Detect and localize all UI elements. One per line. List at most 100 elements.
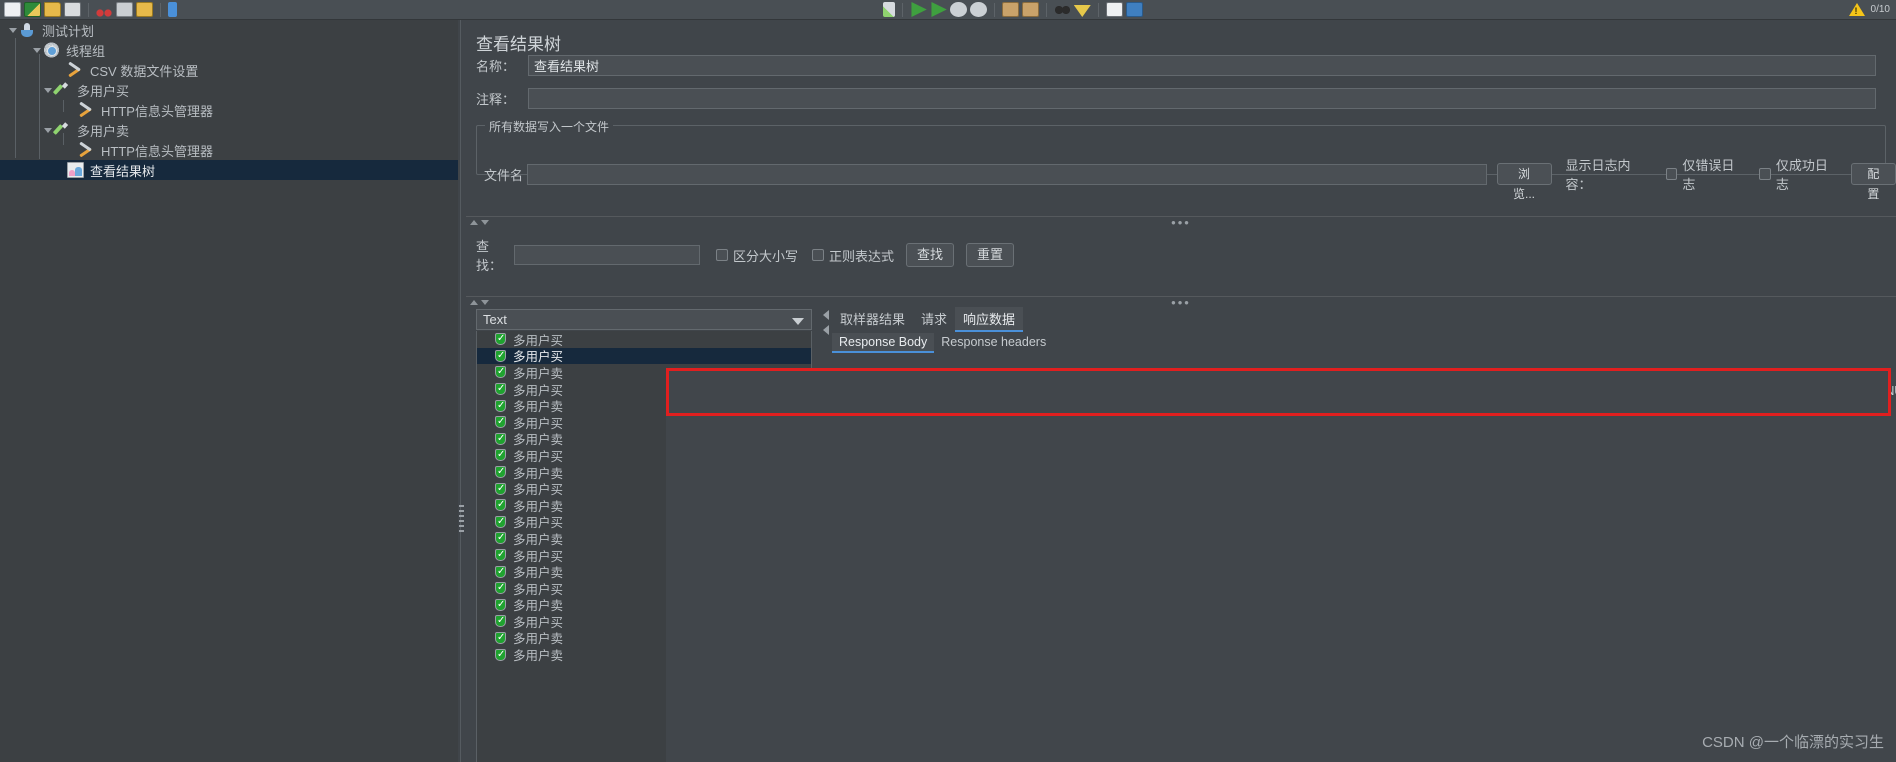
response-body-textarea[interactable]: "ZHJPeVVUVm1TNHhIK0U4eVM5bGxHVzBQbGM2VlN… bbox=[666, 372, 1896, 762]
browse-button[interactable]: 浏览... bbox=[1496, 163, 1552, 201]
config-tools-icon bbox=[78, 102, 95, 118]
chevron-down-icon[interactable] bbox=[481, 220, 489, 225]
twisty-placeholder bbox=[65, 144, 78, 157]
name-input[interactable] bbox=[528, 55, 1876, 76]
tree-node-label: HTTP信息头管理器 bbox=[101, 103, 213, 119]
clear-icon[interactable] bbox=[1001, 2, 1019, 17]
function-helper-icon[interactable] bbox=[1105, 2, 1123, 17]
start-icon[interactable] bbox=[911, 2, 927, 17]
chevron-left-icon-2[interactable] bbox=[823, 325, 829, 335]
splitter-grip[interactable] bbox=[459, 505, 464, 533]
search-input[interactable] bbox=[514, 245, 700, 265]
tree-node-sell-sampler[interactable]: 多用户卖 bbox=[0, 120, 458, 140]
results-section-divider[interactable]: ••• bbox=[466, 296, 1896, 309]
clear-all-icon[interactable] bbox=[1021, 2, 1039, 17]
collapse-arrows[interactable] bbox=[470, 220, 489, 225]
detail-tabs[interactable]: 取样器结果 请求 响应数据 bbox=[832, 307, 1024, 332]
chevron-down-icon[interactable] bbox=[792, 318, 804, 325]
tree-node-test-plan[interactable]: 测试计划 bbox=[0, 20, 458, 40]
drag-dots[interactable]: ••• bbox=[1171, 216, 1191, 229]
sampler-pen-icon bbox=[54, 82, 71, 98]
search-section-divider[interactable]: ••• bbox=[466, 216, 1896, 229]
success-only-checkbox[interactable]: 仅成功日志 bbox=[1759, 155, 1838, 193]
tree-node-buy-sampler[interactable]: 多用户买 bbox=[0, 80, 458, 100]
reset-button[interactable]: 重置 bbox=[966, 243, 1015, 267]
success-shield-icon bbox=[495, 598, 506, 611]
search-reset-icon[interactable] bbox=[1073, 5, 1091, 17]
new-file-icon[interactable] bbox=[4, 2, 21, 17]
chevron-down-icon[interactable] bbox=[41, 124, 54, 137]
chevron-down-icon[interactable] bbox=[481, 300, 489, 305]
chevron-up-icon[interactable] bbox=[470, 300, 478, 305]
chevron-down-icon[interactable] bbox=[30, 44, 43, 57]
list-item[interactable]: 多用户买 bbox=[477, 347, 811, 364]
chevron-down-icon[interactable] bbox=[41, 84, 54, 97]
render-type-select[interactable]: Text bbox=[476, 309, 812, 330]
checkbox-box[interactable] bbox=[812, 249, 825, 261]
chevron-left-icon[interactable] bbox=[823, 310, 829, 320]
test-plan-tree[interactable]: 测试计划 线程组 CSV 数据文件设置 多用户买 HTTP信息头管理器 多用户卖 bbox=[0, 20, 458, 762]
copy-icon[interactable] bbox=[116, 2, 133, 17]
list-item[interactable]: 多用户买 bbox=[477, 331, 811, 348]
save-icon[interactable] bbox=[64, 2, 81, 17]
success-shield-icon bbox=[495, 631, 506, 644]
errors-only-checkbox[interactable]: 仅错误日志 bbox=[1665, 155, 1745, 193]
paste-icon[interactable] bbox=[136, 2, 153, 17]
pencil-icon[interactable] bbox=[882, 2, 895, 17]
checkbox-label: 区分大小写 bbox=[733, 248, 799, 264]
checkbox-box[interactable] bbox=[1665, 168, 1678, 180]
checkbox-box[interactable] bbox=[716, 249, 728, 261]
tree-node-csv-data-set[interactable]: CSV 数据文件设置 bbox=[0, 60, 458, 80]
help-icon[interactable] bbox=[1125, 2, 1143, 17]
search-regex-checkbox[interactable]: 正则表达式 bbox=[812, 246, 894, 265]
cut-icon[interactable] bbox=[96, 2, 113, 17]
search-icon[interactable] bbox=[1053, 2, 1071, 17]
chevron-down-icon[interactable] bbox=[6, 24, 19, 37]
filename-input[interactable] bbox=[526, 163, 1487, 185]
find-button[interactable]: 查找 bbox=[906, 243, 955, 267]
tree-node-header-manager-sell[interactable]: HTTP信息头管理器 bbox=[0, 140, 458, 160]
tab-0[interactable]: 取样器结果 bbox=[832, 307, 913, 332]
expand-icon[interactable] bbox=[168, 2, 177, 17]
tree-node-label: CSV 数据文件设置 bbox=[90, 63, 199, 79]
shutdown-icon[interactable] bbox=[969, 2, 987, 17]
config-tools-icon bbox=[67, 62, 84, 78]
tab-1[interactable]: 请求 bbox=[913, 307, 955, 332]
list-item-label: 多用户卖 bbox=[513, 649, 564, 664]
folder-icon[interactable] bbox=[44, 2, 61, 17]
test-plan-icon bbox=[19, 22, 36, 38]
response-subtabs[interactable]: Response Body Response headers bbox=[832, 333, 1053, 353]
tree-node-thread-group[interactable]: 线程组 bbox=[0, 40, 458, 60]
tree-node-label: 多用户买 bbox=[77, 83, 130, 99]
success-shield-icon bbox=[495, 465, 506, 479]
chevron-up-icon[interactable] bbox=[470, 220, 478, 225]
sampler-pen-icon bbox=[54, 122, 71, 138]
twisty-placeholder bbox=[65, 104, 78, 117]
toolbar-separator-2 bbox=[160, 2, 161, 17]
checkbox-box[interactable] bbox=[1759, 168, 1771, 180]
collapse-arrows[interactable] bbox=[470, 300, 489, 305]
drag-dots[interactable]: ••• bbox=[1171, 296, 1191, 309]
search-case-sensitive-checkbox[interactable]: 区分大小写 bbox=[716, 246, 798, 265]
stop-icon[interactable] bbox=[949, 2, 967, 17]
subtab-0[interactable]: Response Body bbox=[832, 333, 935, 353]
name-label: 名称： bbox=[476, 59, 516, 74]
filename-row: 文件名 浏览... 显示日志内容： 仅错误日志 仅成功日志 配置 bbox=[484, 155, 1896, 201]
success-shield-icon bbox=[495, 498, 506, 512]
splitter-line bbox=[460, 20, 461, 762]
subtab-1[interactable]: Response headers bbox=[934, 333, 1053, 353]
tree-node-header-manager-buy[interactable]: HTTP信息头管理器 bbox=[0, 100, 458, 120]
success-shield-icon bbox=[495, 399, 506, 412]
tree-panel-splitter[interactable] bbox=[458, 20, 466, 762]
tab-scroll-arrows[interactable] bbox=[823, 310, 829, 335]
configure-button[interactable]: 配置 bbox=[1850, 163, 1896, 201]
toolbar-separator-5 bbox=[1045, 2, 1047, 17]
open-folder-icon[interactable] bbox=[24, 2, 41, 17]
comment-input[interactable] bbox=[528, 88, 1876, 109]
start-no-pauses-icon[interactable] bbox=[931, 2, 947, 17]
tree-node-view-results-tree[interactable]: 查看结果树 bbox=[0, 160, 458, 180]
success-shield-icon bbox=[495, 548, 506, 562]
tab-2[interactable]: 响应数据 bbox=[955, 307, 1024, 332]
toolbar-separator-3 bbox=[901, 2, 903, 17]
warning-triangle-icon[interactable] bbox=[1848, 3, 1865, 16]
